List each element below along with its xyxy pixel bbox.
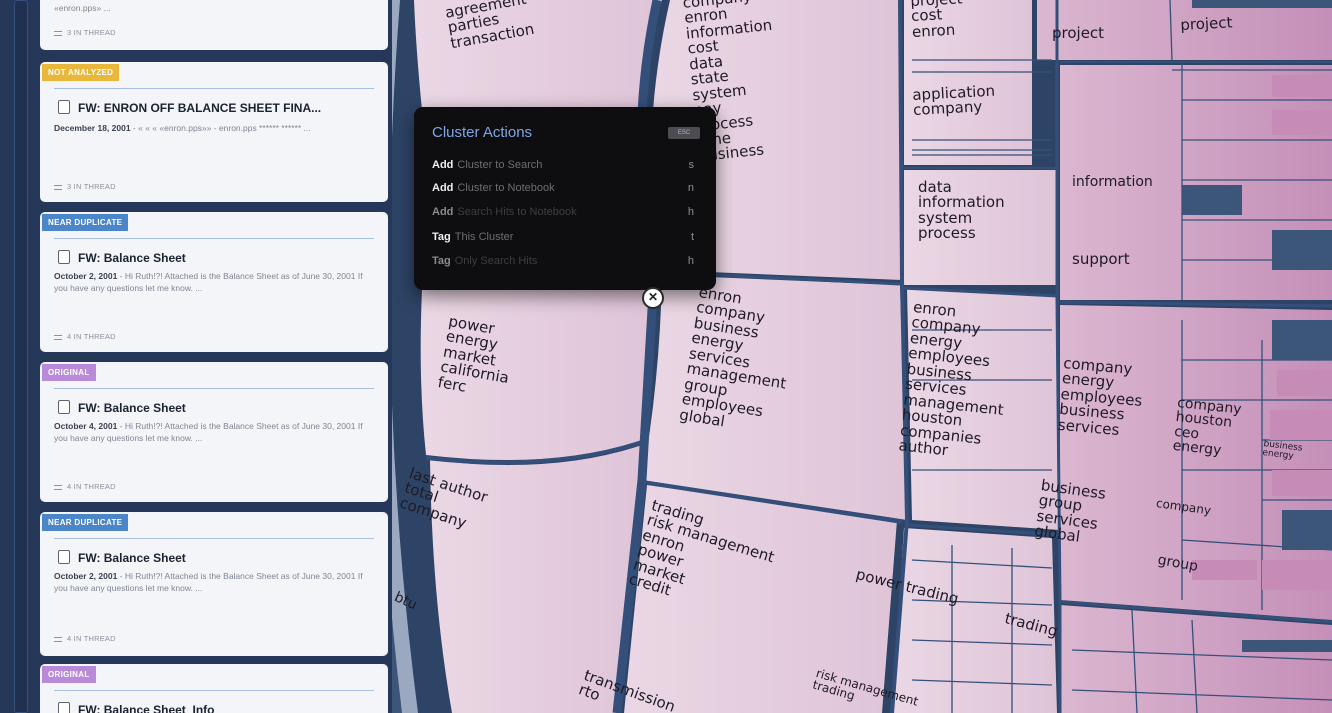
result-title[interactable]: FW: Balance Sheet (78, 251, 378, 265)
status-badge: NEAR DUPLICATE (42, 514, 129, 531)
thread-icon (54, 484, 62, 490)
result-snippet: October 2, 2001 - Hi Ruth!?! Attached is… (54, 271, 363, 293)
status-badge: ORIGINAL (42, 666, 96, 683)
divider (54, 538, 374, 539)
cluster-cell-support[interactable]: support (1072, 251, 1130, 267)
cluster-cell-application[interactable]: application company (912, 82, 996, 120)
thread-icon (54, 636, 62, 642)
thread-count[interactable]: 4 IN THREAD (54, 482, 116, 491)
thread-count: 3 IN THREAD (54, 28, 116, 37)
menu-item-add-cluster-to-notebook[interactable]: Add Cluster to Notebook n (432, 182, 694, 198)
cluster-cell-business-group[interactable]: business group services global (1033, 476, 1107, 548)
result-card[interactable]: ORIGINAL FW: Balance Sheet October 4, 20… (40, 362, 388, 502)
result-title[interactable]: FW: ENRON OFF BALANCE SHEET FINA... (78, 101, 378, 115)
cluster-cell-project-cost[interactable]: projectcostenron (910, 0, 964, 41)
result-card[interactable]: NEAR DUPLICATE FW: Balance Sheet October… (40, 212, 388, 352)
result-card[interactable]: ORIGINAL FW: Balance Sheet_Info (40, 664, 388, 713)
status-badge: NOT ANALYZED (42, 64, 120, 81)
result-snippet: December 18, 2001 - « « « «enron.pps»» -… (54, 123, 311, 133)
shortcut-key: n (687, 182, 694, 194)
shortcut-key: h (687, 206, 694, 218)
result-title[interactable]: FW: Balance Sheet (78, 551, 378, 565)
cluster-cell-power[interactable]: power energy market california ferc (436, 312, 518, 402)
result-card[interactable]: NEAR DUPLICATE FW: Balance Sheet October… (40, 512, 388, 656)
divider (54, 388, 374, 389)
search-results-panel: «enron.pps» ... 3 IN THREAD NOT ANALYZED… (0, 0, 392, 713)
cluster-actions-menu: Cluster Actions ESC Add Cluster to Search… (414, 107, 716, 290)
status-badge: NEAR DUPLICATE (42, 214, 129, 231)
document-icon (58, 550, 70, 564)
cluster-cell-company-houston[interactable]: company houston ceo energy (1172, 395, 1242, 460)
result-snippet: October 4, 2001 - Hi Ruth!?! Attached is… (54, 421, 363, 443)
thread-count[interactable]: 4 IN THREAD (54, 332, 116, 341)
document-icon (58, 400, 70, 414)
cluster-cell-enron-energy[interactable]: enron company energy employees business servi… (898, 298, 1014, 464)
thread-count[interactable]: 3 IN THREAD (54, 182, 116, 191)
divider (54, 690, 374, 691)
result-snippet: «enron.pps» ... (54, 3, 111, 13)
panel-scroll-rail[interactable] (14, 0, 28, 713)
shortcut-key: h (687, 255, 694, 267)
menu-item-tag-this-cluster[interactable]: Tag This Cluster t (432, 231, 694, 247)
esc-key-hint[interactable]: ESC (668, 127, 700, 139)
thread-count[interactable]: 4 IN THREAD (54, 634, 116, 643)
menu-item-add-search-hits-to-notebook[interactable]: Add Search Hits to Notebook h (432, 206, 694, 222)
result-card[interactable]: «enron.pps» ... 3 IN THREAD (40, 0, 388, 50)
menu-item-add-cluster-to-search[interactable]: Add Cluster to Search s (432, 159, 694, 175)
cluster-cell-information[interactable]: information (1072, 175, 1153, 190)
result-title[interactable]: FW: Balance Sheet (78, 401, 378, 415)
cluster-cell-enron-company[interactable]: enron company business energy services manage… (678, 283, 799, 438)
close-icon[interactable]: ✕ (642, 287, 664, 309)
menu-item-tag-only-search-hits[interactable]: Tag Only Search Hits h (432, 255, 694, 271)
result-title[interactable]: FW: Balance Sheet_Info (78, 703, 378, 713)
cluster-cell-project[interactable]: project (1052, 25, 1104, 41)
thread-icon (54, 334, 62, 340)
shortcut-key: t (690, 231, 694, 243)
document-icon (58, 100, 70, 114)
thread-icon (54, 30, 62, 36)
document-icon (58, 702, 70, 713)
menu-title: Cluster Actions (432, 124, 533, 141)
cluster-cell-company-energy[interactable]: company energy employees business services (1057, 354, 1145, 440)
status-badge: ORIGINAL (42, 364, 96, 381)
cluster-cell-data[interactable]: data information system process (918, 179, 1005, 242)
cluster-cell-project-2[interactable]: project (1180, 13, 1233, 34)
document-icon (58, 250, 70, 264)
divider (54, 88, 374, 89)
result-card[interactable]: NOT ANALYZED FW: ENRON OFF BALANCE SHEET… (40, 62, 388, 202)
shortcut-key: s (688, 159, 695, 171)
divider (54, 238, 374, 239)
result-snippet: October 2, 2001 - Hi Ruth!?! Attached is… (54, 571, 363, 593)
thread-icon (54, 184, 62, 190)
